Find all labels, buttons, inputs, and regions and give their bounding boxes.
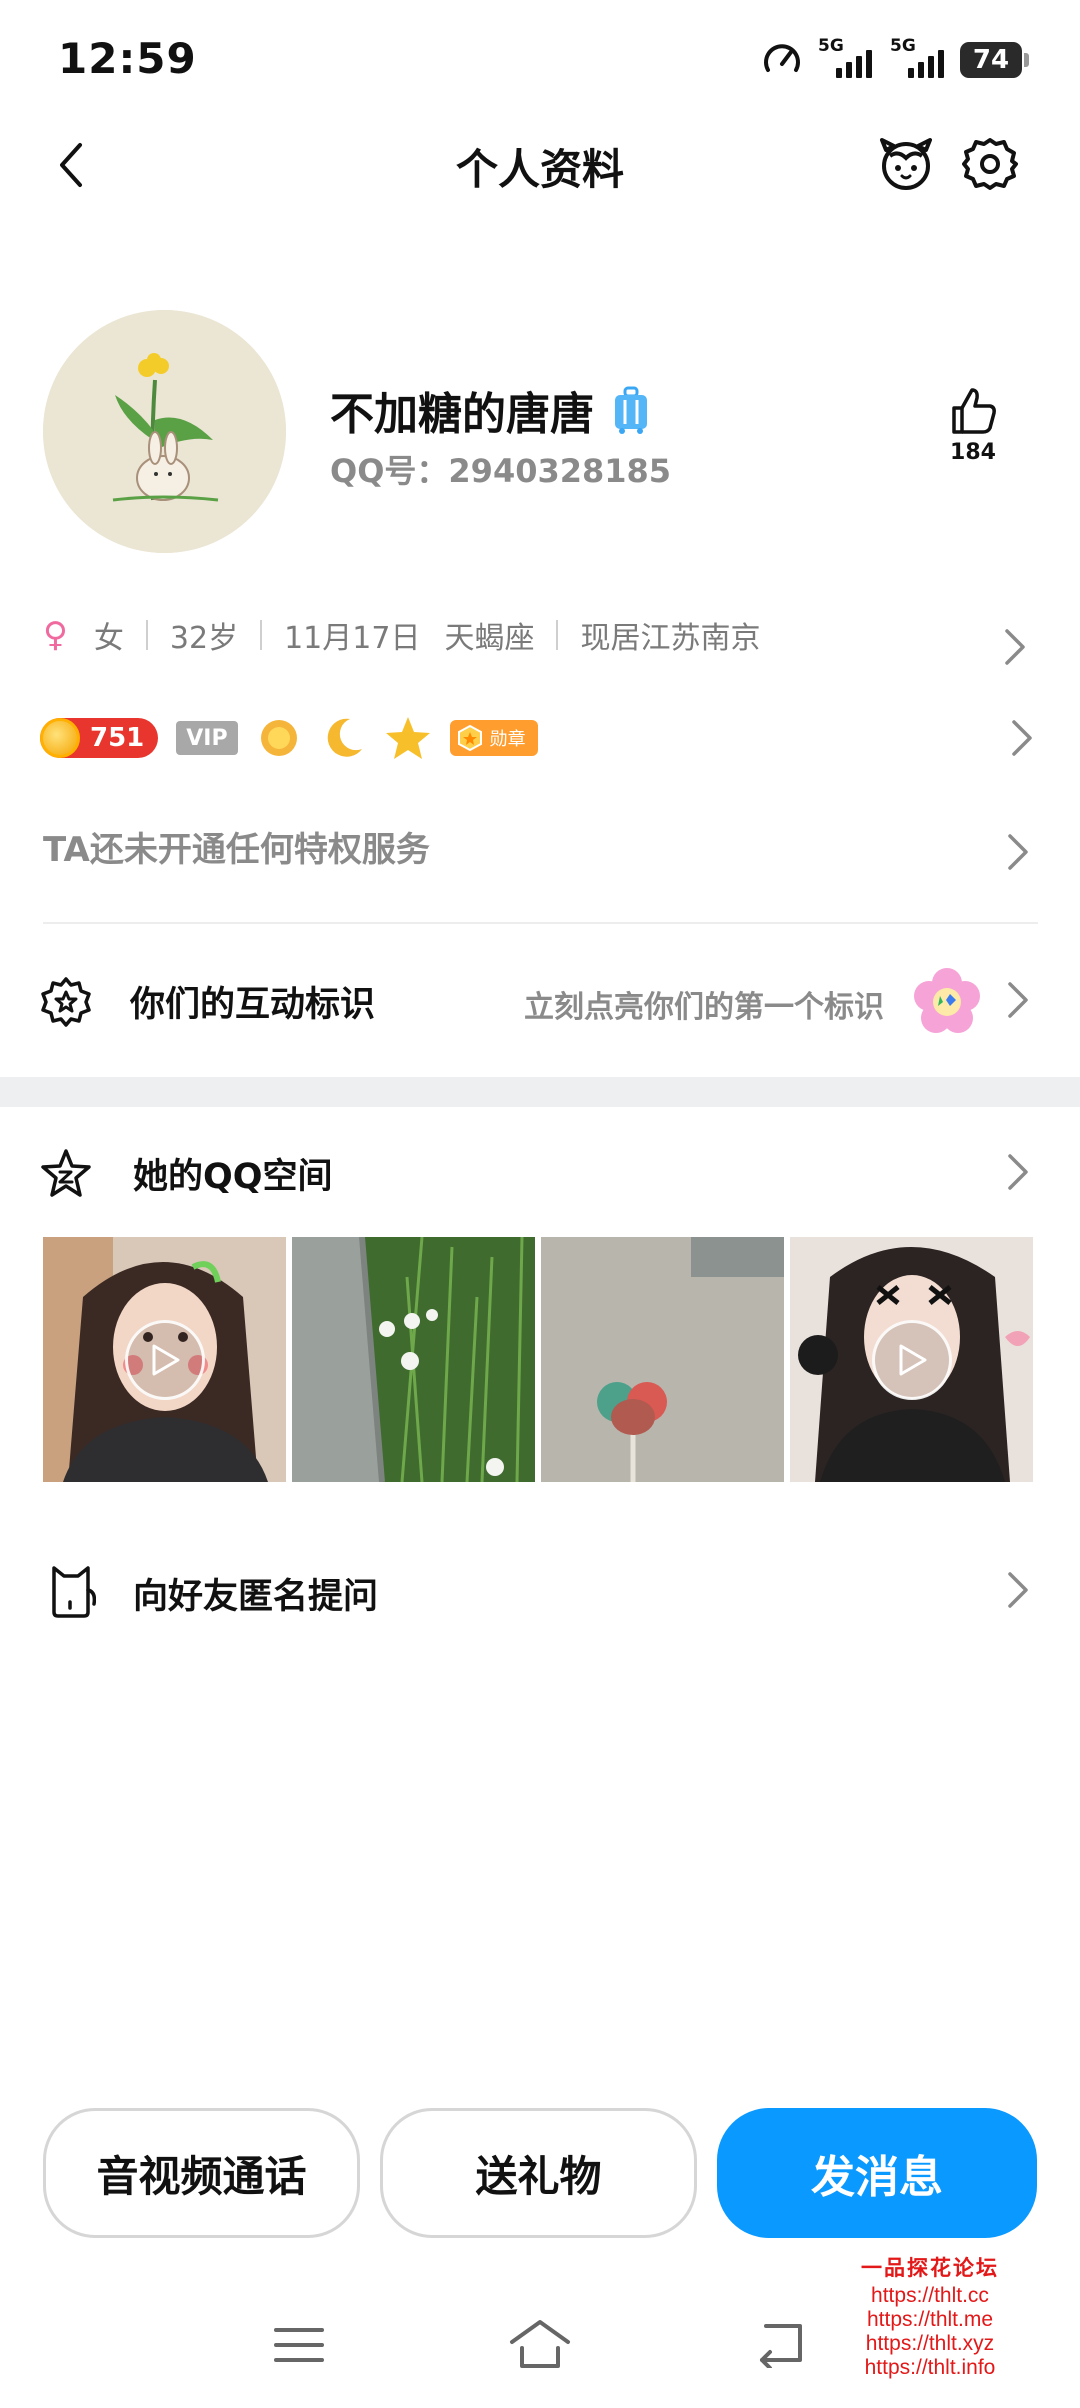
- watermark-link: https://thlt.cc: [871, 2284, 989, 2307]
- coin-icon: [40, 718, 80, 758]
- menu-icon[interactable]: [272, 2322, 326, 2368]
- qzone-photo-thumbnail[interactable]: [541, 1237, 784, 1482]
- cat-bag-icon: [52, 1566, 96, 1618]
- play-icon: [871, 1319, 952, 1400]
- separator: [556, 620, 559, 650]
- qzone-label: 她的QQ空间: [133, 1157, 333, 1197]
- qzone-row[interactable]: 她的QQ空间: [0, 1120, 1080, 1220]
- star-icon: [385, 717, 430, 759]
- basic-info-row[interactable]: ♀ 女 32岁 11月17日 天蝎座 现居江苏南京: [43, 605, 1033, 665]
- status-indicators: 5G 5G 74: [762, 36, 1029, 82]
- anonymous-question-label: 向好友匿名提问: [133, 1577, 379, 1617]
- female-icon: ♀: [43, 615, 68, 655]
- qzone-video-thumbnail[interactable]: [43, 1237, 286, 1482]
- like-button[interactable]: 184: [935, 386, 1011, 465]
- pet-button[interactable]: [876, 134, 936, 194]
- nickname-text: 不加糖的唐唐: [330, 389, 594, 440]
- birthday: 11月17日: [284, 621, 421, 656]
- separator: [260, 620, 263, 650]
- watermark-link: https://thlt.info: [864, 2356, 996, 2379]
- watermark-link: https://thlt.me: [866, 2308, 994, 2331]
- nickname: 不加糖的唐唐: [330, 378, 650, 442]
- zodiac: 天蝎座: [444, 621, 535, 656]
- chevron-right-icon: [1008, 1154, 1028, 1190]
- level-value: 751: [90, 723, 145, 753]
- age: 32岁: [169, 621, 239, 656]
- watermark-title: 一品探花论坛: [861, 2255, 999, 2280]
- watermark: 一品探花论坛 https://thlt.cc https://thlt.me h…: [850, 2256, 1010, 2380]
- av-call-button[interactable]: 音视频通话: [43, 2108, 360, 2238]
- medal-label: 勋章: [489, 729, 526, 750]
- separator: [145, 620, 148, 650]
- medal-badge: 勋章: [449, 720, 538, 756]
- like-count: 184: [950, 440, 996, 465]
- medal-icon: [457, 724, 482, 752]
- lollipop-photo-image: [541, 1237, 784, 1482]
- signal-bars-icon: [908, 50, 944, 78]
- chevron-right-icon: [1005, 629, 1025, 665]
- interaction-label: 你们的互动标识: [130, 985, 376, 1025]
- badges-row[interactable]: 751 VIP 勋章: [40, 708, 1040, 768]
- return-icon[interactable]: [752, 2318, 810, 2368]
- thumbs-up-icon: [952, 388, 996, 434]
- location: 现居江苏南京: [580, 621, 761, 656]
- gender: 女: [93, 621, 124, 656]
- divider: [43, 922, 1038, 924]
- signal-1: 5G: [816, 36, 874, 82]
- qq-number: QQ号：2940328185: [330, 452, 672, 490]
- level-badge: 751: [40, 718, 159, 758]
- chevron-right-icon: [1012, 720, 1032, 756]
- privilege-row[interactable]: TA还未开通任何特权服务: [43, 822, 430, 871]
- interaction-hint: 立刻点亮你们的第一个标识: [524, 990, 884, 1025]
- luggage-icon: [615, 386, 647, 434]
- battery-icon: 74: [960, 42, 1029, 78]
- status-bar: 12:59 5G 5G 74: [0, 0, 1080, 120]
- pet-face-icon: [880, 138, 932, 190]
- home-icon[interactable]: [508, 2316, 572, 2372]
- section-gap: [0, 1077, 1080, 1107]
- speed-meter-icon: [764, 44, 800, 72]
- gear-icon: [962, 138, 1018, 190]
- badge-star-icon: [41, 977, 91, 1027]
- qzone-video-thumbnail[interactable]: [790, 1237, 1033, 1482]
- qzone-photo-strip: [43, 1237, 1033, 1482]
- interaction-row[interactable]: 你们的互动标识 立刻点亮你们的第一个标识: [0, 950, 1080, 1050]
- header: 个人资料: [0, 120, 1080, 210]
- vip-badge: VIP: [176, 721, 238, 755]
- battery-level: 74: [972, 45, 1010, 75]
- avatar-image: [43, 310, 286, 553]
- chevron-right-icon: [1008, 982, 1028, 1018]
- anonymous-question-row[interactable]: 向好友匿名提问: [0, 1540, 1080, 1640]
- sun-icon: [260, 720, 297, 756]
- status-time: 12:59: [58, 34, 197, 83]
- settings-button[interactable]: [960, 134, 1020, 194]
- chevron-right-icon: [1008, 1572, 1028, 1608]
- moon-icon: [327, 718, 362, 757]
- watermark-link: https://thlt.xyz: [865, 2332, 995, 2355]
- action-bar: 音视频通话 送礼物 发消息: [43, 2108, 1038, 2240]
- play-icon: [124, 1319, 205, 1400]
- send-gift-button[interactable]: 送礼物: [380, 2108, 697, 2238]
- signal-bars-icon: [836, 50, 872, 78]
- send-message-button[interactable]: 发消息: [717, 2108, 1037, 2238]
- qzone-photo-thumbnail[interactable]: [292, 1237, 535, 1482]
- flower-icon: [914, 968, 980, 1033]
- privilege-chevron-icon[interactable]: [1004, 830, 1032, 874]
- qzone-star-icon: [41, 1149, 91, 1197]
- signal-2: 5G: [888, 36, 946, 82]
- flowers-photo-image: [292, 1237, 535, 1482]
- avatar[interactable]: [43, 310, 286, 553]
